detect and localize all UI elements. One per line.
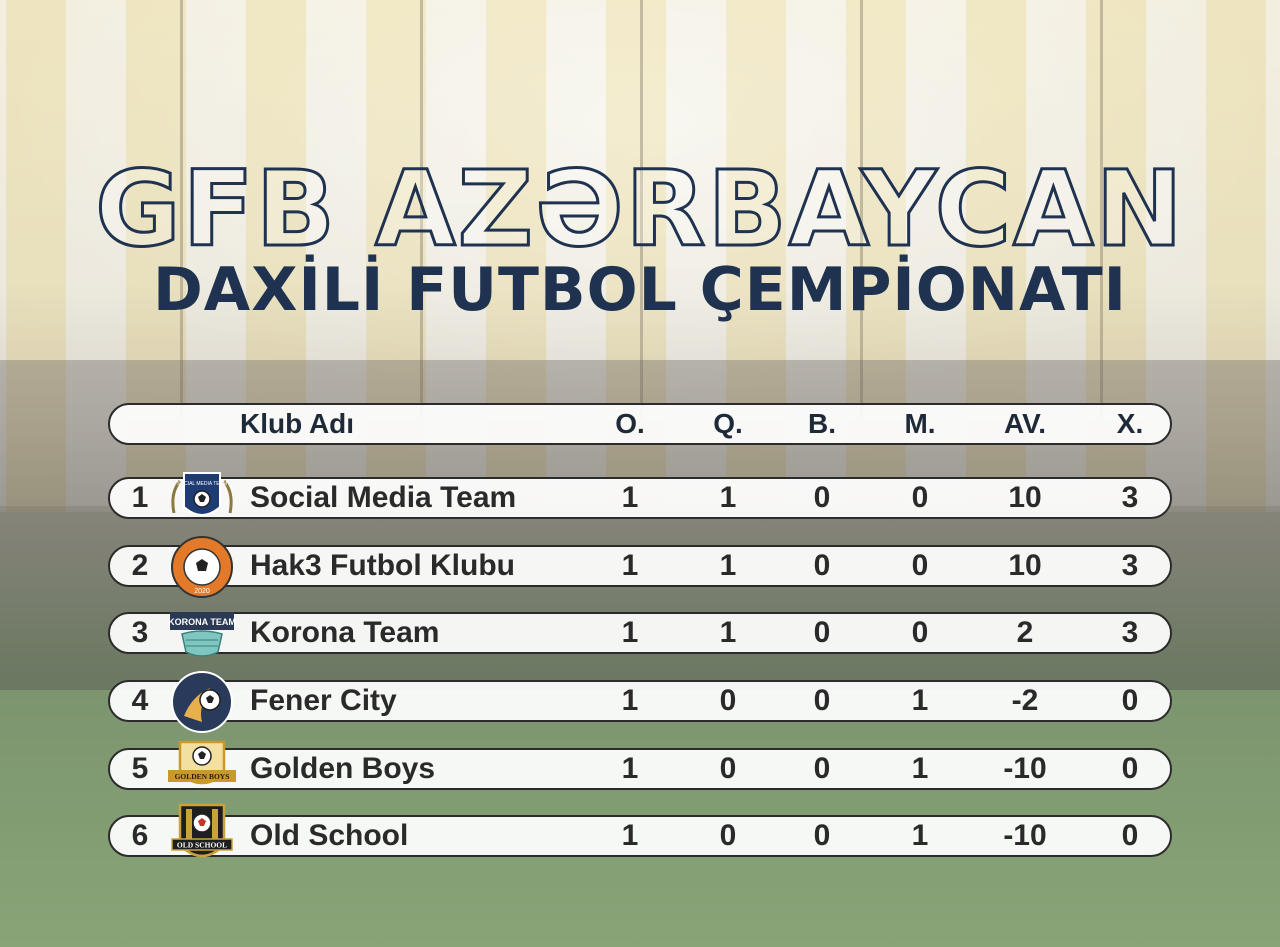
played: 1 — [621, 549, 639, 582]
goal-diff: -10 — [1003, 752, 1047, 785]
header-wins: Q. — [713, 408, 743, 439]
goal-diff: 10 — [1008, 549, 1042, 582]
club-name: Social Media Team — [250, 481, 517, 514]
club-logo-korona-team: KORONA TEAM — [168, 612, 236, 657]
club-logo-golden-boys: GOLDEN BOYS — [168, 740, 236, 785]
draws: 0 — [813, 549, 831, 582]
table-row: 3 KORONA TEAM Korona Team 1 1 0 0 2 3 — [108, 612, 1172, 657]
row-rank: 5 — [131, 752, 149, 785]
svg-text:KORONA TEAM: KORONA TEAM — [168, 617, 236, 627]
table-header: Klub Adı O. Q. B. M. AV. X. — [108, 403, 1172, 445]
points: 0 — [1121, 752, 1139, 785]
played: 1 — [621, 616, 639, 649]
wins: 1 — [719, 616, 737, 649]
club-name: Fener City — [250, 684, 397, 717]
table-row: 2 2020 Hak3 Futbol Klubu 1 1 0 0 10 3 — [108, 536, 1172, 598]
club-name: Hak3 Futbol Klubu — [250, 549, 515, 582]
header-played: O. — [615, 408, 645, 439]
points: 3 — [1121, 549, 1139, 582]
points: 0 — [1121, 819, 1139, 852]
header-goal-diff: AV. — [1003, 408, 1047, 439]
table-row: 1 SOCIAL MEDIA TEAM Social Media Team 1 … — [108, 472, 1172, 519]
losses: 1 — [911, 819, 929, 852]
played: 1 — [621, 752, 639, 785]
table-row: 4 Fener City 1 0 0 1 -2 0 — [108, 671, 1172, 733]
draws: 0 — [813, 684, 831, 717]
wins: 0 — [719, 752, 737, 785]
draws: 0 — [813, 819, 831, 852]
table-row: 6 OLD SCHOOL Old School 1 0 0 1 -10 0 — [108, 803, 1172, 858]
points: 3 — [1121, 481, 1139, 514]
wins: 0 — [719, 819, 737, 852]
svg-text:GOLDEN BOYS: GOLDEN BOYS — [175, 772, 230, 781]
svg-text:OLD SCHOOL: OLD SCHOOL — [177, 841, 227, 850]
svg-text:SOCIAL MEDIA TEAM: SOCIAL MEDIA TEAM — [177, 481, 227, 487]
header-club: Klub Adı — [240, 408, 355, 439]
main-title: GFB AZƏRBAYCAN — [94, 147, 1185, 272]
row-rank: 1 — [131, 481, 149, 514]
header-draws: B. — [808, 408, 836, 439]
wins: 1 — [719, 549, 737, 582]
losses: 1 — [911, 684, 929, 717]
row-rank: 6 — [131, 819, 149, 852]
losses: 0 — [911, 481, 929, 514]
club-name: Old School — [250, 819, 409, 852]
points: 3 — [1121, 616, 1139, 649]
table-row: 5 GOLDEN BOYS Golden Boys 1 0 0 1 -10 0 — [108, 740, 1172, 790]
played: 1 — [621, 819, 639, 852]
played: 1 — [621, 481, 639, 514]
club-logo-hak3: 2020 — [171, 536, 233, 598]
header-points: X. — [1116, 408, 1144, 439]
club-logo-social-media-team: SOCIAL MEDIA TEAM — [171, 472, 233, 516]
losses: 0 — [911, 549, 929, 582]
goal-diff: 2 — [1016, 616, 1034, 649]
points: 0 — [1121, 684, 1139, 717]
goal-diff: -10 — [1003, 819, 1047, 852]
subtitle: DAXİLİ FUTBOL ÇEMPİONATI — [152, 255, 1128, 325]
club-logo-old-school: OLD SCHOOL — [171, 803, 233, 858]
wins: 1 — [719, 481, 737, 514]
row-rank: 4 — [131, 684, 149, 717]
row-rank: 3 — [131, 616, 149, 649]
club-logo-fener-city — [171, 671, 233, 733]
draws: 0 — [813, 616, 831, 649]
draws: 0 — [813, 752, 831, 785]
goal-diff: -2 — [1011, 684, 1039, 717]
club-name: Golden Boys — [250, 752, 436, 785]
played: 1 — [621, 684, 639, 717]
wins: 0 — [719, 684, 737, 717]
svg-text:2020: 2020 — [194, 588, 210, 595]
goal-diff: 10 — [1008, 481, 1042, 514]
draws: 0 — [813, 481, 831, 514]
losses: 1 — [911, 752, 929, 785]
row-rank: 2 — [131, 549, 149, 582]
club-name: Korona Team — [250, 616, 440, 649]
losses: 0 — [911, 616, 929, 649]
header-losses: M. — [904, 408, 936, 439]
